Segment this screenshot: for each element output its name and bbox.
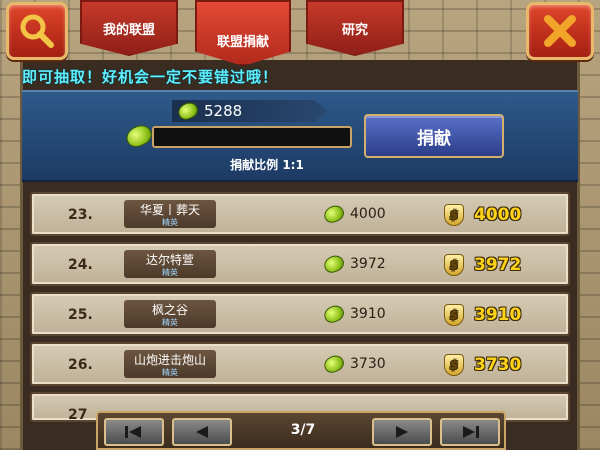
- member-name: 山炮进击炮山: [133, 353, 206, 367]
- first-page-icon: [125, 426, 141, 438]
- coin-amount: 3972: [474, 255, 522, 275]
- gem-icon: [321, 302, 347, 326]
- search-button[interactable]: [6, 2, 68, 60]
- coin-icon: $: [444, 204, 464, 226]
- coin-icon: $: [444, 254, 464, 276]
- member-name: 达尔特萱: [145, 253, 194, 267]
- gem-donation: 3730: [321, 352, 386, 376]
- tab-label: 研究: [341, 22, 368, 38]
- donate-button[interactable]: 捐献: [364, 114, 504, 158]
- gem-amount: 3730: [350, 356, 386, 372]
- rank: 27: [68, 407, 88, 422]
- member-name-plate[interactable]: 达尔特萱 精英: [124, 250, 216, 278]
- gem-icon: [122, 121, 156, 151]
- donate-gem: [122, 121, 156, 151]
- donate-panel: 5288 捐献 捐献比例 1:1: [22, 90, 578, 182]
- gem-amount: 3910: [350, 306, 386, 322]
- close-button[interactable]: [526, 2, 594, 60]
- tab-label: 联盟捐献: [216, 34, 269, 50]
- list-item: 24. 达尔特萱 精英 3972 $ 3972: [30, 242, 570, 286]
- gem-donation: 4000: [321, 202, 386, 226]
- member-name-plate[interactable]: 山炮进击炮山 精英: [124, 350, 216, 378]
- last-page-icon: [463, 426, 479, 438]
- member-role: 精英: [162, 268, 178, 277]
- member-name-plate[interactable]: 华夏丨葬天 精英: [124, 200, 216, 228]
- coin-icon: $: [444, 304, 464, 326]
- gem-amount: 3972: [350, 256, 386, 272]
- coin-amount: 3730: [474, 355, 522, 375]
- search-icon: [20, 14, 54, 48]
- gem-amount: 4000: [350, 206, 386, 222]
- rank: 23.: [68, 207, 93, 223]
- prev-page-button[interactable]: [172, 418, 232, 446]
- donate-ratio: 捐献比例 1:1: [230, 158, 304, 172]
- gem-icon: [175, 100, 201, 122]
- coin-amount: 4000: [474, 205, 522, 225]
- coin-donation: $ 4000: [444, 204, 521, 226]
- member-name-plate[interactable]: 枫之谷 精英: [124, 300, 216, 328]
- coin-amount: 3910: [474, 305, 522, 325]
- coin-donation: $ 3972: [444, 254, 521, 276]
- gem-balance-value: 5288: [204, 102, 243, 120]
- gem-icon: [321, 202, 347, 226]
- prev-page-icon: [196, 426, 208, 438]
- first-page-button[interactable]: [104, 418, 164, 446]
- rank: 25.: [68, 307, 93, 323]
- member-role: 精英: [162, 368, 178, 377]
- last-page-button[interactable]: [440, 418, 500, 446]
- tab-label: 我的联盟: [102, 22, 155, 38]
- list-item: 23. 华夏丨葬天 精英 4000 $ 4000: [30, 192, 570, 236]
- coin-donation: $ 3910: [444, 304, 521, 326]
- member-role: 精英: [162, 318, 178, 327]
- close-icon: [544, 15, 576, 47]
- scrolling-notice: 即可抽取！好机会一定不要错过哦！: [22, 68, 279, 86]
- donation-ranking-list[interactable]: 23. 华夏丨葬天 精英 4000 $ 4000 24. 达尔特萱 精英 397…: [30, 192, 570, 428]
- member-name: 枫之谷: [151, 303, 188, 317]
- member-role: 精英: [162, 218, 178, 227]
- next-page-icon: [396, 426, 408, 438]
- rank: 24.: [68, 257, 93, 273]
- gem-icon: [321, 252, 347, 276]
- gem-donation: 3910: [321, 302, 386, 326]
- page-indicator: 3/7: [290, 422, 316, 438]
- gem-donation: 3972: [321, 252, 386, 276]
- coin-icon: $: [444, 354, 464, 376]
- member-name: 华夏丨葬天: [139, 203, 200, 217]
- list-item: 25. 枫之谷 精英 3910 $ 3910: [30, 292, 570, 336]
- donate-amount-input[interactable]: [152, 126, 352, 148]
- pagination: 3/7: [96, 411, 506, 450]
- gem-icon: [321, 352, 347, 376]
- next-page-button[interactable]: [372, 418, 432, 446]
- list-item: 26. 山炮进击炮山 精英 3730 $ 3730: [30, 342, 570, 386]
- rank: 26.: [68, 357, 93, 373]
- coin-donation: $ 3730: [444, 354, 521, 376]
- gem-balance: 5288: [172, 100, 327, 122]
